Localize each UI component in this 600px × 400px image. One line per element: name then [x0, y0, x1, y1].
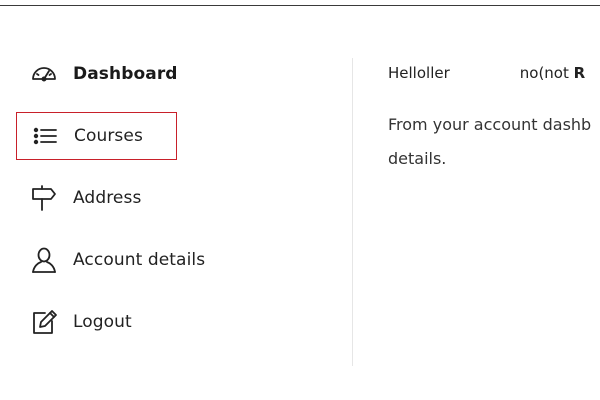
dashboard-intro: From your account dashb details.	[388, 108, 600, 176]
greeting-text: Helloller no(not R	[388, 64, 585, 82]
sidebar-item-label: Account details	[73, 250, 206, 270]
user-icon	[30, 246, 58, 274]
sidebar-divider	[352, 58, 353, 366]
sidebar-item-logout[interactable]: Logout	[16, 298, 316, 346]
sidebar-item-courses[interactable]: Courses	[16, 112, 177, 160]
greeting-prefix: Helloller	[388, 64, 450, 82]
list-icon	[31, 122, 59, 150]
greeting-suffix: no(not	[519, 64, 569, 82]
greeting-bold: R	[573, 64, 586, 82]
signpost-icon	[30, 184, 58, 212]
edit-icon	[30, 308, 58, 336]
account-sidebar: Dashboard Courses Address Account detail…	[0, 0, 352, 400]
sidebar-item-label: Dashboard	[73, 64, 178, 84]
redacted-username	[450, 64, 520, 78]
sidebar-item-account-details[interactable]: Account details	[16, 236, 316, 284]
sidebar-item-address[interactable]: Address	[16, 174, 316, 222]
sidebar-item-label: Logout	[73, 312, 132, 332]
sidebar-item-label: Address	[73, 188, 142, 208]
sidebar-item-dashboard[interactable]: Dashboard	[16, 50, 316, 98]
sidebar-item-label: Courses	[74, 126, 143, 146]
dashboard-gauge-icon	[30, 60, 58, 88]
intro-line: details.	[388, 149, 447, 168]
account-content: Helloller no(not R From your account dash…	[388, 60, 600, 400]
intro-line: From your account dashb	[388, 115, 592, 134]
